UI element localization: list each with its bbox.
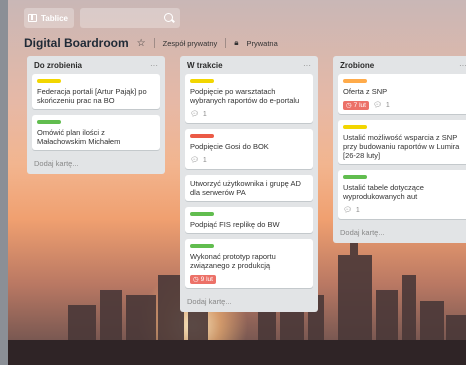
boards-button-label: Tablice	[41, 13, 68, 23]
card-label	[343, 175, 367, 179]
clock-icon: ◷	[193, 276, 199, 283]
list-header: Do zrobienia ···	[32, 56, 160, 74]
clock-icon: ◷	[346, 102, 352, 109]
card-badges: 💬︎ 1	[190, 109, 308, 119]
list-menu-icon[interactable]: ···	[150, 61, 160, 70]
board-title[interactable]: Digital Boardroom	[24, 36, 129, 50]
comment-count: 1	[202, 110, 207, 118]
list-card[interactable]: Wykonać prototyp raportu związanego z pr…	[185, 239, 313, 288]
board-header: Digital Boardroom ☆ Zespół prywatny 🔒︎ P…	[24, 34, 278, 52]
card-badges: 💬︎ 1	[190, 155, 308, 165]
team-button[interactable]: Zespół prywatny	[163, 39, 218, 48]
card-title: Podpiąć FIS replikę do BW	[190, 220, 280, 229]
card-label	[37, 120, 61, 124]
list-card[interactable]: Podpięcie Gosi do BOK 💬︎ 1	[185, 129, 313, 169]
header-divider	[153, 38, 155, 48]
top-bar: Tablice	[24, 8, 466, 28]
card-label	[190, 79, 214, 83]
list-header: Zrobione ···	[338, 56, 466, 74]
list-title[interactable]: W trakcie	[185, 61, 223, 70]
card-title: Federacja portali [Artur Pająk] po skońc…	[37, 87, 147, 105]
comment-icon: 💬︎	[343, 207, 352, 214]
due-date: 9 lut	[200, 275, 213, 283]
add-card-button[interactable]: Dodaj kartę...	[185, 294, 313, 307]
list-card[interactable]: Podpięcie po warsztatach wybranych rapor…	[185, 74, 313, 123]
list-do-zrobienia: Do zrobienia ··· Federacja portali [Artu…	[27, 56, 165, 174]
comment-count: 1	[202, 156, 207, 164]
list-title[interactable]: Do zrobienia	[32, 61, 82, 70]
add-card-button[interactable]: Dodaj kartę...	[32, 156, 160, 169]
card-title: Oferta z SNP	[343, 87, 388, 96]
list-card[interactable]: Ustalić możliwość wsparcia z SNP przy bu…	[338, 120, 466, 164]
comment-icon: 💬︎	[372, 102, 382, 109]
card-title: Omówić plan ilości z Małachowskim Michał…	[37, 128, 121, 146]
list-card[interactable]: Podpiąć FIS replikę do BW	[185, 207, 313, 233]
search-icon[interactable]	[163, 13, 173, 22]
comment-count: 1	[385, 101, 390, 109]
list-card[interactable]: Oferta z SNP ◷ 7 lut 💬︎ 1	[338, 74, 466, 114]
due-date-badge[interactable]: ◷ 7 lut	[343, 100, 369, 110]
card-title: Utworzyć użytkownika i grupę AD dla serw…	[190, 179, 301, 197]
list-header: W trakcie ···	[185, 56, 313, 74]
card-title: Podpięcie po warsztatach wybranych rapor…	[190, 87, 300, 105]
list-card[interactable]: Omówić plan ilości z Małachowskim Michał…	[32, 115, 160, 150]
card-label	[343, 125, 367, 129]
card-title: Podpięcie Gosi do BOK	[190, 142, 269, 151]
add-card-button[interactable]: Dodaj kartę...	[338, 225, 466, 238]
list-card[interactable]: Ustalić tabele dotyczące wyprodukowanych…	[338, 170, 466, 219]
card-label	[343, 79, 367, 83]
card-label	[190, 212, 214, 216]
card-badges: ◷ 7 lut 💬︎ 1	[343, 100, 464, 110]
card-badges: 💬︎ 1	[343, 205, 464, 215]
list-menu-icon[interactable]: ···	[459, 61, 466, 70]
card-label	[190, 244, 214, 248]
list-menu-icon[interactable]: ···	[303, 61, 313, 70]
boards-icon	[28, 14, 37, 22]
card-title: Ustalić możliwość wsparcia z SNP przy bu…	[343, 133, 460, 160]
header-divider	[225, 38, 227, 48]
search-input[interactable]	[79, 8, 180, 28]
list-card[interactable]: Federacja portali [Artur Pająk] po skońc…	[32, 74, 160, 109]
due-date-badge[interactable]: ◷ 9 lut	[190, 274, 216, 284]
boards-button[interactable]: Tablice	[24, 8, 74, 28]
card-badges: ◷ 9 lut	[190, 274, 308, 284]
comment-count: 1	[355, 206, 360, 214]
star-icon[interactable]: ☆	[137, 38, 146, 49]
list-w-trakcie: W trakcie ··· Podpięcie po warsztatach w…	[180, 56, 318, 312]
list-title[interactable]: Zrobione	[338, 61, 374, 70]
browser-frame: Tablice Digital Boardroom ☆ Zespół prywa…	[8, 0, 466, 365]
list-card[interactable]: Utworzyć użytkownika i grupę AD dla serw…	[185, 175, 313, 201]
card-label	[190, 134, 214, 138]
due-date: 7 lut	[353, 101, 366, 109]
lock-icon: 🔒︎	[234, 38, 239, 47]
visibility-button[interactable]: Prywatna	[247, 39, 278, 48]
card-label	[37, 79, 61, 83]
comment-icon: 💬︎	[190, 111, 199, 118]
list-zrobione: Zrobione ··· Oferta z SNP ◷ 7 lut 💬︎ 1 U…	[333, 56, 466, 243]
comment-icon: 💬︎	[190, 157, 199, 164]
card-title: Wykonać prototyp raportu związanego z pr…	[190, 252, 276, 270]
card-title: Ustalić tabele dotyczące wyprodukowanych…	[343, 183, 424, 201]
